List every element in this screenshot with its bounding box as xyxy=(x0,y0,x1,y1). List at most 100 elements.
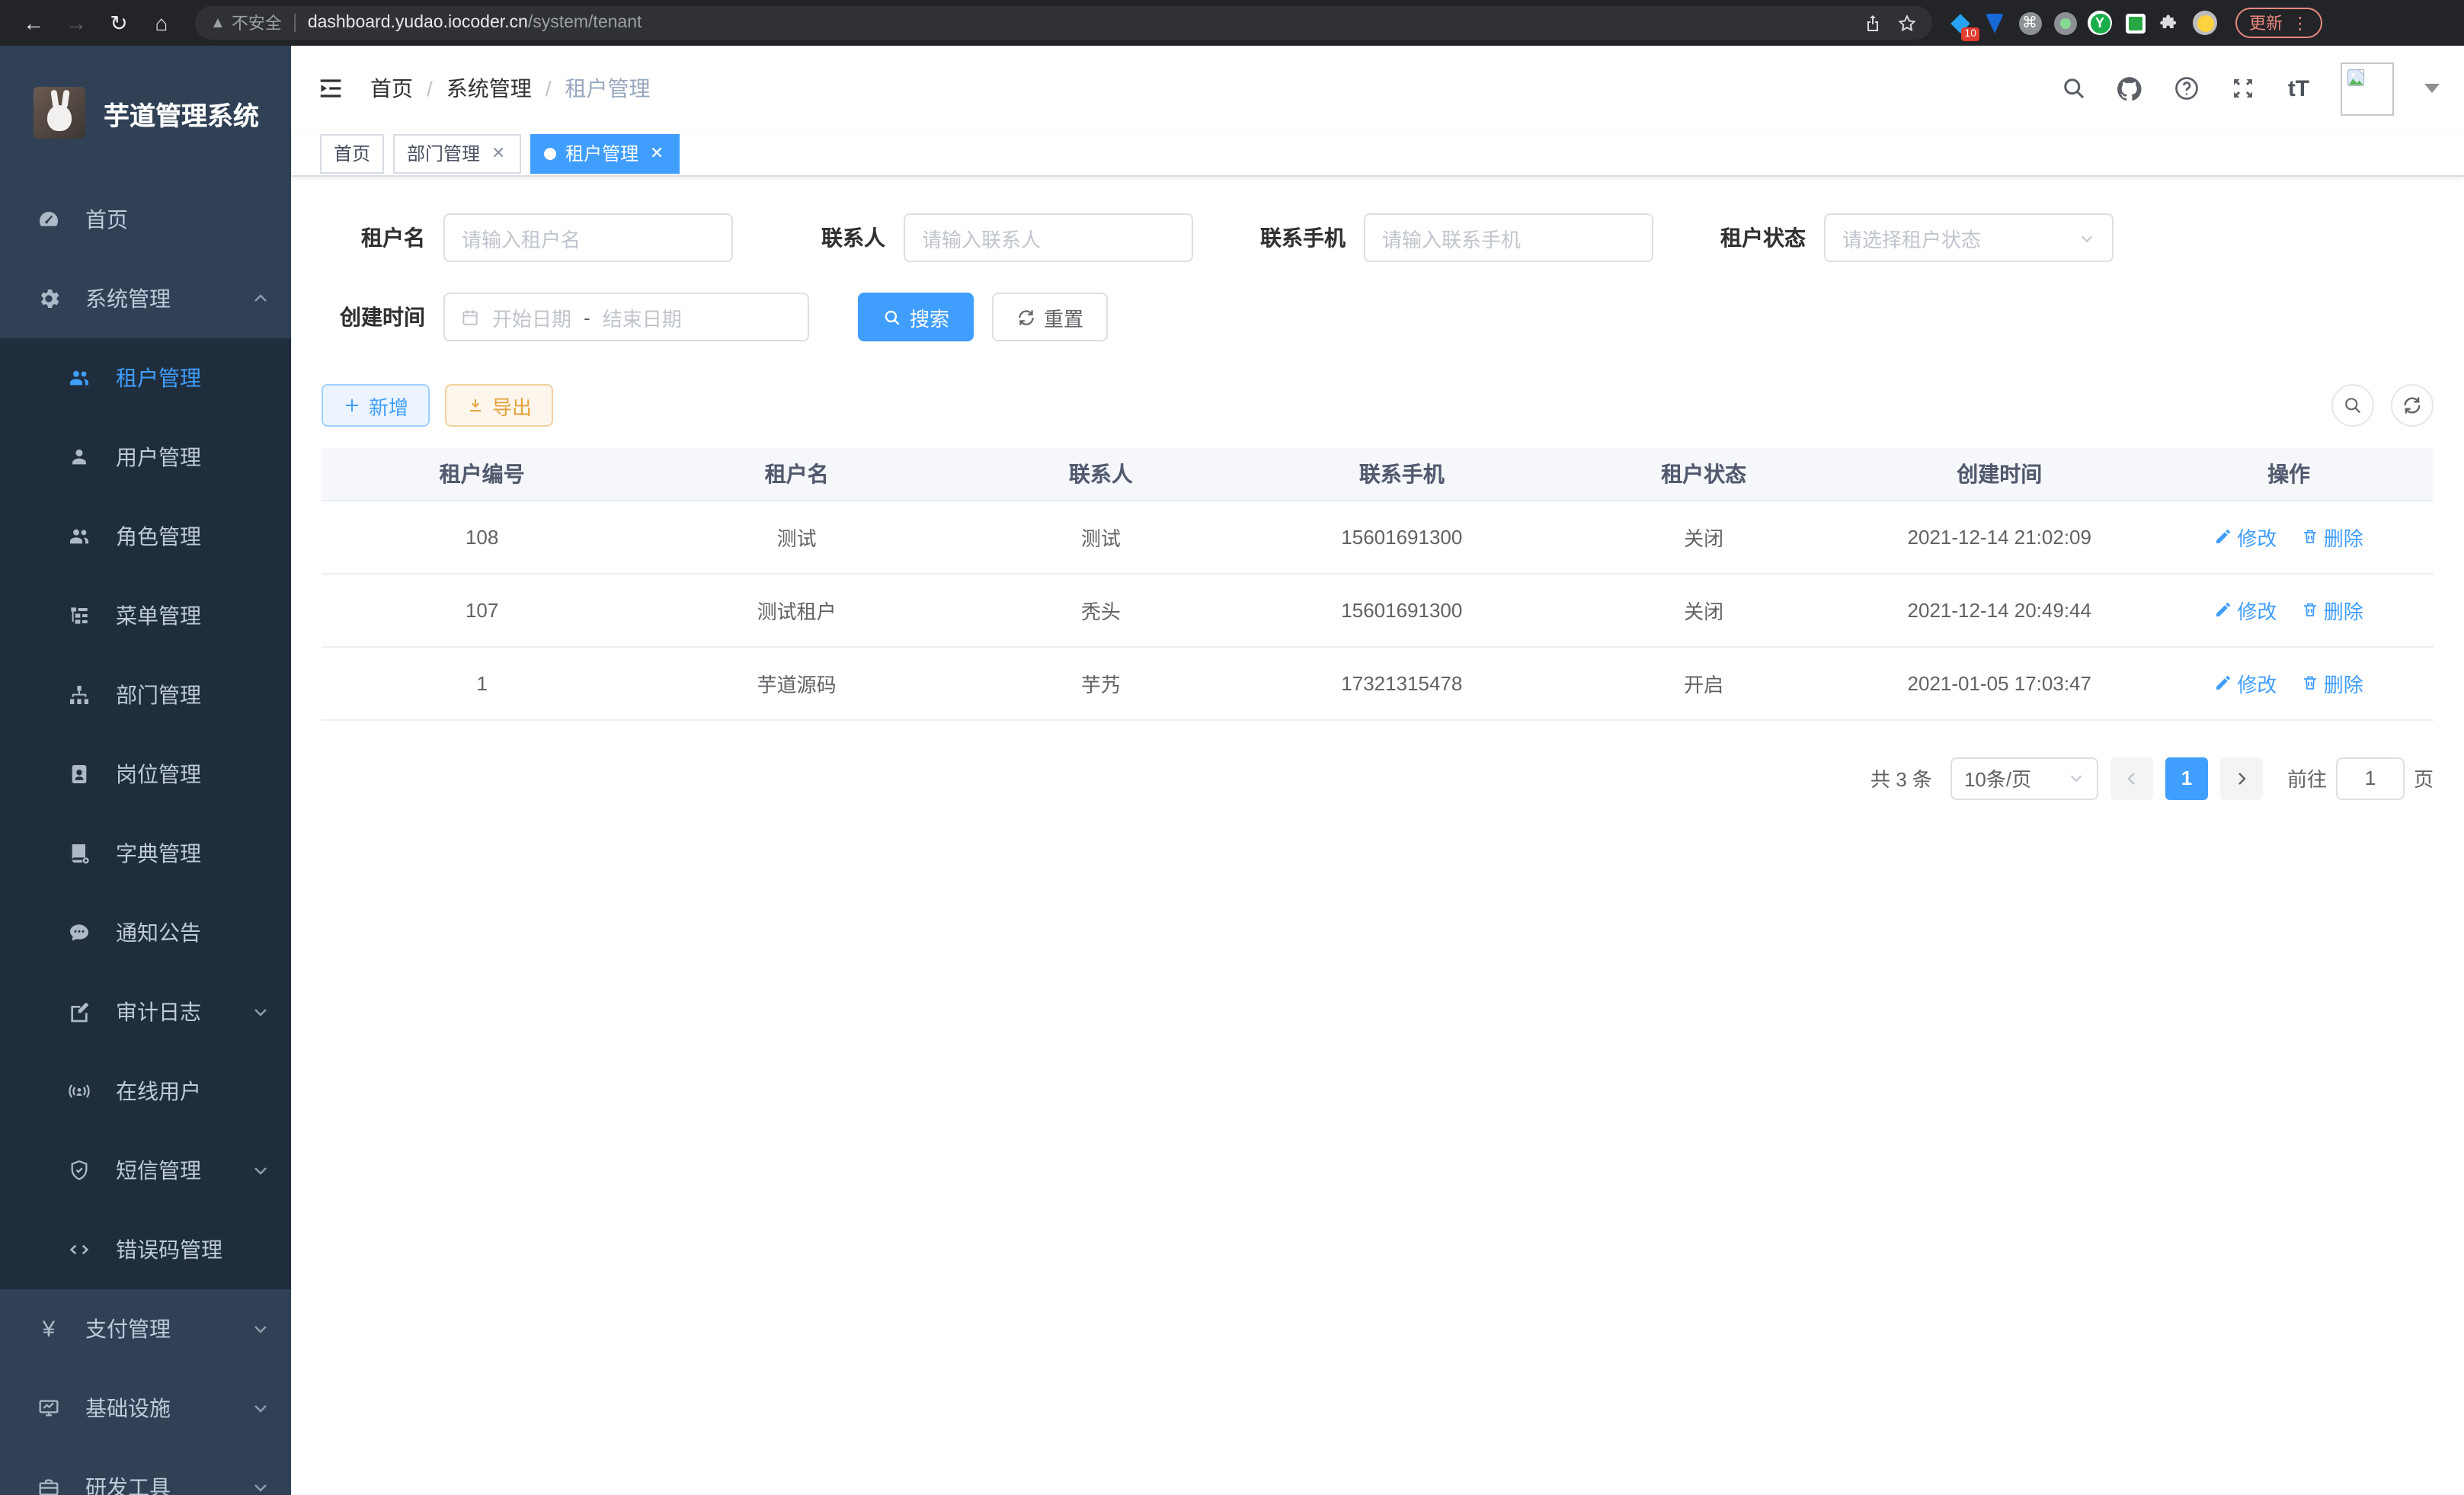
edit-link[interactable]: 修改 xyxy=(2214,595,2277,624)
delete-link[interactable]: 删除 xyxy=(2301,522,2363,551)
profile-avatar-icon[interactable] xyxy=(2193,11,2217,35)
help-icon[interactable] xyxy=(2171,74,2200,103)
sidebar-item-user-management[interactable]: 用户管理 xyxy=(0,418,291,497)
sidebar-item-role-management[interactable]: 角色管理 xyxy=(0,497,291,576)
search-button[interactable]: 搜索 xyxy=(858,293,974,341)
browser-home-button[interactable]: ⌂ xyxy=(145,11,178,35)
add-button[interactable]: 新增 xyxy=(322,384,430,427)
tenant-name-input[interactable]: 请输入租户名 xyxy=(443,213,733,262)
sidebar-item-system-management[interactable]: 系统管理 xyxy=(0,259,291,338)
github-icon[interactable] xyxy=(2115,74,2144,103)
close-tab-icon[interactable]: ✕ xyxy=(489,144,507,162)
app-logo[interactable]: 芋道管理系统 xyxy=(0,46,291,180)
extensions-puzzle-icon[interactable] xyxy=(2158,11,2182,35)
extension-kite-icon[interactable] xyxy=(1982,11,2007,35)
col-created: 创建时间 xyxy=(1854,448,2144,500)
chevron-down-icon xyxy=(251,1478,270,1495)
browser-back-button[interactable]: ← xyxy=(17,11,50,35)
contact-label: 联系人 xyxy=(782,222,885,253)
edit-link[interactable]: 修改 xyxy=(2214,522,2277,551)
sidebar-item-post-management[interactable]: 岗位管理 xyxy=(0,735,291,814)
broadcast-icon xyxy=(67,1079,91,1103)
sidebar-item-online-users[interactable]: 在线用户 xyxy=(0,1052,291,1131)
fullscreen-icon[interactable] xyxy=(2228,74,2257,103)
tags-view: 首页 部门管理 ✕ 租户管理 ✕ xyxy=(291,131,2464,177)
mobile-input[interactable]: 请输入联系手机 xyxy=(1364,213,1653,262)
chrome-update-button[interactable]: 更新 ⋮ xyxy=(2235,8,2322,38)
refresh-table-button[interactable] xyxy=(2391,384,2434,427)
calendar-icon xyxy=(460,307,480,327)
gear-icon xyxy=(37,287,61,311)
status-select[interactable]: 请选择租户状态 xyxy=(1824,213,2114,262)
tab-home[interactable]: 首页 xyxy=(320,133,384,173)
avatar-dropdown-caret-icon[interactable] xyxy=(2424,84,2440,93)
sidebar-item-department-management[interactable]: 部门管理 xyxy=(0,655,291,735)
col-actions: 操作 xyxy=(2144,448,2434,500)
extension-diamond-icon[interactable]: 10 xyxy=(1947,11,1972,35)
users-icon xyxy=(67,366,91,390)
toolbox-icon xyxy=(37,1475,61,1495)
breadcrumb-current: 租户管理 xyxy=(565,73,651,104)
page-size-select[interactable]: 10条/页 xyxy=(1950,757,2098,799)
sidebar-item-notice-announcement[interactable]: 通知公告 xyxy=(0,893,291,972)
export-button[interactable]: 导出 xyxy=(445,384,553,427)
extension-command-icon[interactable]: ⌘ xyxy=(2018,11,2042,35)
pagination: 共 3 条 10条/页 1 前往 xyxy=(322,757,2434,799)
sitemap-icon xyxy=(67,683,91,707)
header-search-icon[interactable] xyxy=(2059,74,2088,103)
broken-image-icon xyxy=(2345,66,2366,88)
dashboard-gauge-icon xyxy=(37,207,61,232)
delete-link[interactable]: 删除 xyxy=(2301,595,2363,624)
extension-chat-icon[interactable] xyxy=(2123,11,2147,35)
edit-pencil-icon xyxy=(2214,600,2232,619)
sidebar-item-dict-management[interactable]: 字典管理 xyxy=(0,814,291,893)
col-status: 租户状态 xyxy=(1553,448,1854,500)
browser-reload-button[interactable]: ↻ xyxy=(102,10,136,36)
status-label: 租户状态 xyxy=(1702,222,1806,253)
extension-dot-icon[interactable] xyxy=(2053,11,2077,35)
close-tab-icon[interactable]: ✕ xyxy=(648,144,666,162)
tab-department-management[interactable]: 部门管理 ✕ xyxy=(393,133,521,173)
sidebar-fold-icon[interactable] xyxy=(315,73,346,104)
next-page-button[interactable] xyxy=(2220,757,2263,799)
address-bar[interactable]: ▲ 不安全 dashboard.yudao.iocoder.cn/system/… xyxy=(195,6,1932,40)
sidebar-item-error-code-management[interactable]: 错误码管理 xyxy=(0,1210,291,1289)
toggle-search-button[interactable] xyxy=(2331,384,2374,427)
page-number-1[interactable]: 1 xyxy=(2165,757,2208,799)
sidebar-item-infrastructure[interactable]: 基础设施 xyxy=(0,1369,291,1448)
extension-y-icon[interactable]: Y xyxy=(2088,11,2112,35)
breadcrumb-home[interactable]: 首页 xyxy=(370,73,413,104)
share-icon[interactable] xyxy=(1864,14,1882,32)
sidebar-item-tenant-management[interactable]: 租户管理 xyxy=(0,338,291,418)
chevron-down-icon xyxy=(251,1399,270,1417)
sidebar-item-dev-tools[interactable]: 研发工具 xyxy=(0,1448,291,1495)
prev-page-button[interactable] xyxy=(2110,757,2153,799)
status-text: 开启 xyxy=(1553,646,1854,719)
sidebar-item-audit-log[interactable]: 审计日志 xyxy=(0,972,291,1052)
contact-input[interactable]: 请输入联系人 xyxy=(904,213,1193,262)
chevron-down-icon xyxy=(251,1003,270,1021)
font-size-icon[interactable]: tT xyxy=(2284,74,2313,103)
trash-icon xyxy=(2301,527,2319,546)
create-time-range-picker[interactable]: 开始日期 - 结束日期 xyxy=(443,293,809,341)
browser-forward-button[interactable]: → xyxy=(59,11,93,35)
reset-button[interactable]: 重置 xyxy=(992,293,1108,341)
code-icon xyxy=(67,1237,91,1262)
tab-tenant-management[interactable]: 租户管理 ✕ xyxy=(530,133,680,173)
sidebar-item-home[interactable]: 首页 xyxy=(0,180,291,259)
user-avatar[interactable] xyxy=(2341,62,2394,115)
search-icon xyxy=(2342,395,2363,416)
sidebar-item-menu-management[interactable]: 菜单管理 xyxy=(0,576,291,655)
chrome-menu-icon[interactable]: ⋮ xyxy=(2292,13,2309,33)
bookmark-star-icon[interactable] xyxy=(1897,13,1917,33)
chevron-right-icon xyxy=(2232,769,2251,787)
delete-link[interactable]: 删除 xyxy=(2301,668,2363,697)
breadcrumb-section[interactable]: 系统管理 xyxy=(446,73,532,104)
sidebar-item-sms-management[interactable]: 短信管理 xyxy=(0,1131,291,1210)
edit-link[interactable]: 修改 xyxy=(2214,668,2277,697)
top-navbar: 首页 / 系统管理 / 租户管理 xyxy=(291,46,2464,131)
goto-page-input[interactable]: 1 xyxy=(2336,757,2405,799)
table-header-row: 租户编号 租户名 联系人 联系手机 租户状态 创建时间 操作 xyxy=(322,448,2434,500)
sidebar-item-payment-management[interactable]: ¥ 支付管理 xyxy=(0,1289,291,1369)
tenant-table: 租户编号 租户名 联系人 联系手机 租户状态 创建时间 操作 108 测试 xyxy=(322,448,2434,720)
